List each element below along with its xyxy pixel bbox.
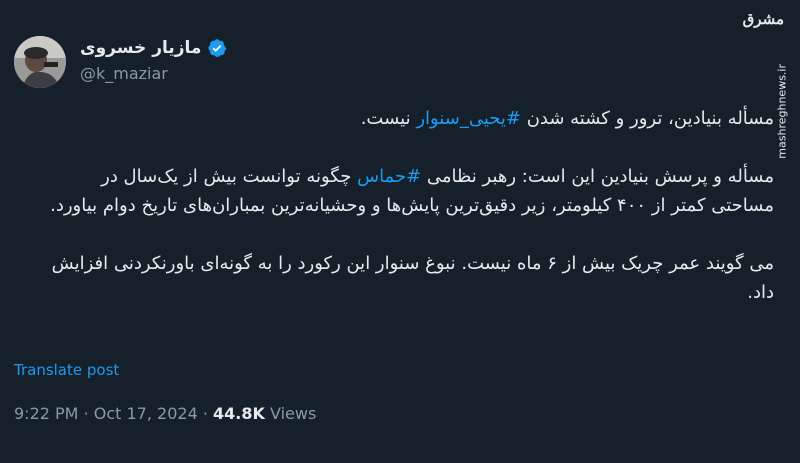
avatar[interactable] xyxy=(14,36,66,88)
watermark-url: mashreghnews.ir xyxy=(776,64,789,159)
tweet-paragraph-3: می گویند عمر چریک بیش از ۶ ماه نیست. نبو… xyxy=(51,253,774,303)
views-count: 44.8K xyxy=(213,404,265,423)
tweet-paragraph-1: مسأله بنیادین، ترور و کشته شدن #یحیی_سنو… xyxy=(34,104,774,133)
translate-post-link[interactable]: Translate post xyxy=(14,361,119,379)
author-display-name[interactable]: مازیار خسروی xyxy=(80,38,201,58)
tweet-paragraph-2: مسأله و پرسش بنیادین این است: رهبر نظامی… xyxy=(34,162,774,220)
tweet-text: مسأله بنیادین، ترور و کشته شدن #یحیی_سنو… xyxy=(34,104,774,336)
hashtag-link-sinwar[interactable]: #یحیی_سنوار xyxy=(416,108,521,129)
name-row: مازیار خسروی xyxy=(80,36,227,60)
author-handle[interactable]: @k_maziar xyxy=(80,64,227,83)
tweet-meta: 9:22 PM · Oct 17, 2024 · 44.8K Views xyxy=(14,404,316,423)
author-block: مازیار خسروی @k_maziar xyxy=(80,36,227,83)
views-label: Views xyxy=(270,404,317,423)
verified-badge-icon[interactable] xyxy=(207,38,227,58)
watermark-logo: مشرق xyxy=(742,10,784,28)
hashtag-link-hamas[interactable]: #حماس xyxy=(357,166,421,187)
meta-separator: · xyxy=(83,404,89,423)
tweet-text-segment: مسأله بنیادین، ترور و کشته شدن xyxy=(520,108,774,129)
tweet-text-segment: مسأله و پرسش بنیادین این است: رهبر نظامی xyxy=(421,166,774,187)
tweet-card: مازیار خسروی @k_maziar مشرق mashreghnews… xyxy=(0,0,800,463)
tweet-date[interactable]: Oct 17, 2024 xyxy=(94,404,198,423)
tweet-text-segment: نیست. xyxy=(360,108,417,129)
tweet-time[interactable]: 9:22 PM xyxy=(14,404,78,423)
meta-separator: · xyxy=(202,404,208,423)
avatar-photo xyxy=(14,36,66,88)
